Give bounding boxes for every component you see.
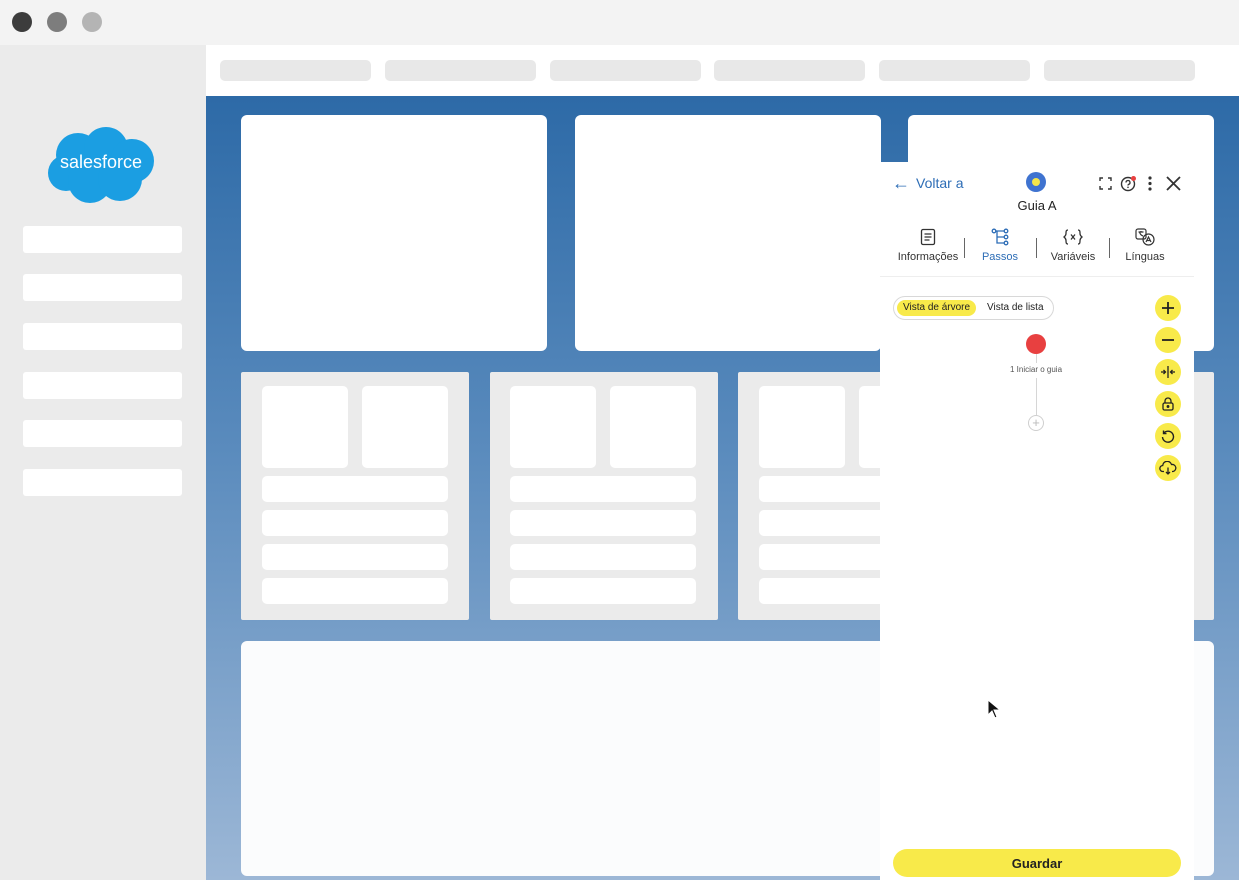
- sidebar-item-placeholder[interactable]: [23, 274, 182, 301]
- list-view-option[interactable]: Vista de lista: [981, 300, 1050, 316]
- zoom-in-icon: [1162, 302, 1174, 314]
- content-tile: [759, 386, 845, 468]
- sidebar-item-placeholder[interactable]: [23, 372, 182, 399]
- guide-icon: [1026, 172, 1046, 192]
- content-row: [510, 578, 696, 604]
- save-button[interactable]: Guardar: [893, 849, 1181, 877]
- nav-item-placeholder[interactable]: [879, 60, 1030, 81]
- fit-button[interactable]: [1155, 359, 1181, 385]
- tab-label: Línguas: [1125, 251, 1165, 263]
- content-row: [262, 544, 448, 570]
- languages-icon: [1135, 228, 1155, 246]
- nav-item-placeholder[interactable]: [220, 60, 371, 81]
- content-row: [262, 578, 448, 604]
- content-row: [262, 476, 448, 502]
- add-step-button[interactable]: +: [1028, 415, 1044, 431]
- lock-icon: [1162, 397, 1174, 411]
- zoom-in-button[interactable]: [1155, 295, 1181, 321]
- tabs-divider: [880, 276, 1194, 277]
- top-nav: [206, 45, 1239, 96]
- cloud-download-icon: [1159, 461, 1177, 475]
- content-card: [241, 372, 469, 620]
- logo-text: salesforce: [60, 152, 142, 172]
- guide-name: Guia A: [1017, 198, 1057, 213]
- tab-passos[interactable]: Passos: [962, 228, 1038, 268]
- tab-informacoes[interactable]: Informações: [890, 228, 966, 268]
- tab-linguas[interactable]: Línguas: [1107, 228, 1183, 268]
- content-tile: [362, 386, 448, 468]
- document-icon: [920, 228, 936, 246]
- help-icon[interactable]: [1119, 173, 1137, 193]
- tree-steps-icon: [991, 228, 1009, 246]
- back-label: Voltar a: [916, 175, 964, 191]
- mouse-cursor-icon: [987, 699, 1001, 719]
- window-minimize-button[interactable]: [47, 12, 67, 32]
- arrow-left-icon: ←: [892, 173, 910, 193]
- nav-item-placeholder[interactable]: [385, 60, 536, 81]
- window-maximize-button[interactable]: [82, 12, 102, 32]
- tab-label: Passos: [981, 251, 1019, 263]
- content-row: [510, 476, 696, 502]
- back-link[interactable]: ← Voltar a: [892, 173, 963, 193]
- content-card: [241, 115, 547, 351]
- content-card: [575, 115, 881, 351]
- tab-variaveis[interactable]: Variáveis: [1035, 228, 1111, 268]
- lock-button[interactable]: [1155, 391, 1181, 417]
- tree-connector: [1036, 378, 1037, 415]
- window-close-button[interactable]: [12, 12, 32, 32]
- tree-connector: [1036, 354, 1037, 363]
- undo-button[interactable]: [1155, 423, 1181, 449]
- content-tile: [610, 386, 696, 468]
- content-row: [510, 510, 696, 536]
- start-node[interactable]: [1026, 334, 1046, 354]
- sidebar-item-placeholder[interactable]: [23, 226, 182, 253]
- nav-item-placeholder[interactable]: [550, 60, 701, 81]
- content-row: [510, 544, 696, 570]
- zoom-out-icon: [1162, 339, 1174, 341]
- window-titlebar: [0, 0, 1239, 45]
- nav-item-placeholder[interactable]: [1044, 60, 1195, 81]
- fit-icon: [1161, 366, 1175, 378]
- sidebar-item-placeholder[interactable]: [23, 323, 182, 350]
- guide-editor-panel: ← Voltar a Guia A Informações Passos Var…: [880, 162, 1194, 880]
- tab-label: Informações: [897, 251, 959, 263]
- sidebar-item-placeholder[interactable]: [23, 420, 182, 447]
- step-label: 1 Iniciar o guia: [1009, 365, 1063, 374]
- variables-icon: [1063, 229, 1083, 245]
- cloud-download-button[interactable]: [1155, 455, 1181, 481]
- tree-view-option[interactable]: Vista de árvore: [897, 300, 977, 316]
- more-vertical-icon[interactable]: [1144, 173, 1156, 193]
- undo-icon: [1161, 430, 1175, 443]
- content-tile: [262, 386, 348, 468]
- nav-item-placeholder[interactable]: [714, 60, 865, 81]
- close-icon[interactable]: [1164, 173, 1182, 193]
- view-toggle: Vista de árvore Vista de lista: [893, 296, 1054, 320]
- zoom-out-button[interactable]: [1155, 327, 1181, 353]
- sidebar-item-placeholder[interactable]: [23, 469, 182, 496]
- expand-icon[interactable]: [1097, 173, 1113, 193]
- content-card: [490, 372, 718, 620]
- content-tile: [510, 386, 596, 468]
- tab-label: Variáveis: [1050, 251, 1096, 263]
- salesforce-logo: salesforce: [48, 127, 154, 203]
- content-row: [262, 510, 448, 536]
